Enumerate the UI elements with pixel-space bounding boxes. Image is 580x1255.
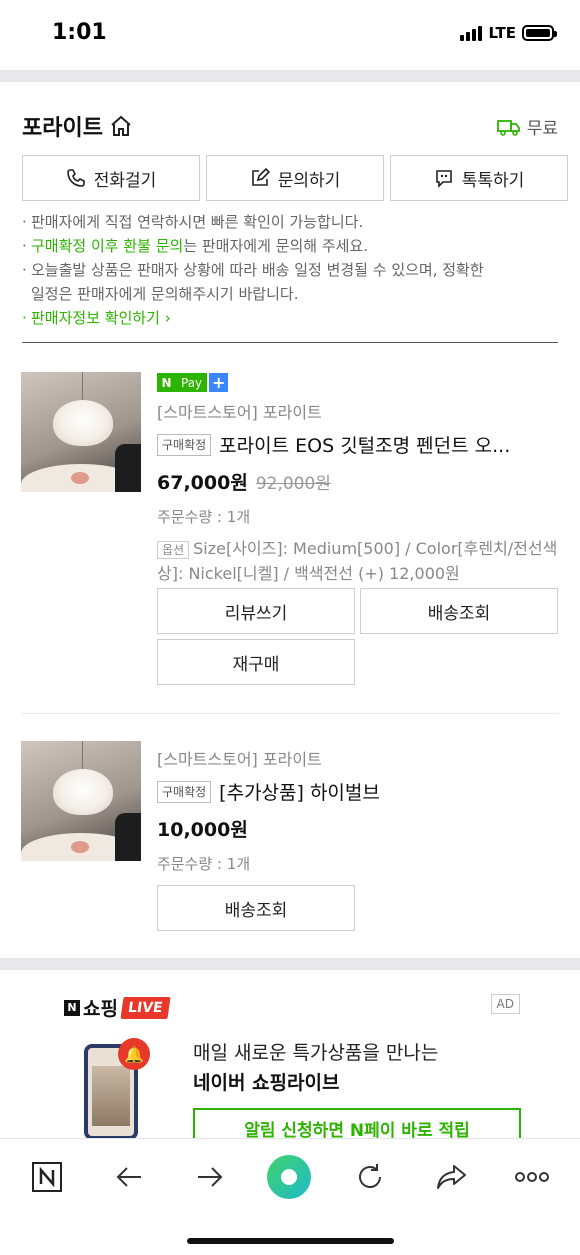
npay-badge: N Pay + <box>157 373 559 392</box>
shipping-info: 무료 <box>496 114 558 139</box>
ad-banner[interactable]: N 쇼핑 LIVE AD 🔔 매일 새로운 특가상품을 만나는 네이버 쇼핑라이… <box>0 972 580 1148</box>
naver-n-icon: N <box>64 999 80 1016</box>
talktalk-button[interactable]: 톡톡하기 <box>390 155 568 201</box>
chat-icon <box>435 170 452 188</box>
seller-info-link[interactable]: · 판매자정보 확인하기 › <box>22 306 558 330</box>
order-item: [스마트스토어] 포라이트 구매확정 [추가상품] 하이벌브 10,000원 주… <box>157 746 559 874</box>
back-arrow-icon[interactable] <box>109 1157 149 1197</box>
sale-price: 67,000원 <box>157 472 248 494</box>
contact-buttons: 전화걸기 문의하기 톡톡하기 <box>22 155 568 201</box>
section-divider <box>22 342 558 343</box>
browser-toolbar <box>0 1138 580 1255</box>
network-label: LTE <box>488 24 516 42</box>
store-name-label: 포라이트 <box>22 116 103 141</box>
forward-arrow-icon[interactable] <box>190 1157 230 1197</box>
price-row: 10,000원 <box>157 815 559 842</box>
product-thumbnail[interactable] <box>21 372 141 492</box>
shipping-fee: 무료 <box>526 119 558 139</box>
truck-icon <box>496 119 520 136</box>
original-price: 92,000원 <box>255 474 331 494</box>
green-dot-icon[interactable] <box>265 1153 313 1201</box>
store-home-icon <box>111 115 131 136</box>
status-time: 1:01 <box>52 20 107 45</box>
seller-info-label: 판매자정보 확인하기 <box>31 309 160 327</box>
talktalk-label: 톡톡하기 <box>461 170 525 191</box>
order-option: 옵션 Size[사이즈]: Medium[500] / Color[후렌치/전선색… <box>157 537 559 586</box>
product-thumbnail[interactable] <box>21 741 141 861</box>
notice-item: · 구매확정 이후 환불 문의는 판매자에게 문의해 주세요. <box>22 237 368 255</box>
notice-text: 일정은 판매자에게 문의해주시기 바랍니다. <box>31 285 299 303</box>
reorder-button[interactable]: 재구매 <box>157 639 355 685</box>
order-quantity: 주문수량 : 1개 <box>157 508 251 526</box>
delivery-tracking-button[interactable]: 배송조회 <box>157 885 355 931</box>
option-text: Size[사이즈]: Medium[500] / Color[후렌치/전선색상]… <box>157 539 558 583</box>
order-item: N Pay + [스마트스토어] 포라이트 구매확정 포라이트 EOS 깃털조명… <box>157 373 559 586</box>
product-title: 포라이트 EOS 깃털조명 펜던트 오... <box>219 435 511 457</box>
product-title: [추가상품] 하이벌브 <box>219 782 380 804</box>
notice-item-cont: 일정은 판매자에게 문의해주시기 바랍니다. <box>22 282 558 306</box>
call-label: 전화걸기 <box>93 170 157 191</box>
ad-subheadline: 네이버 쇼핑라이브 <box>193 1072 340 1094</box>
battery-icon <box>522 25 557 41</box>
write-review-button[interactable]: 리뷰쓰기 <box>157 588 355 634</box>
refund-inquiry-highlight: 구매확정 이후 환불 문의 <box>31 237 184 255</box>
option-badge: 옵션 <box>157 541 190 559</box>
item-divider <box>22 713 558 714</box>
logo-live-badge: LIVE <box>120 996 171 1019</box>
seller-name: [스마트스토어] 포라이트 <box>157 750 322 769</box>
shopping-live-logo: N 쇼핑 LIVE <box>64 994 171 1021</box>
price-row: 67,000원 92,000원 <box>157 468 559 495</box>
store-name[interactable]: 포라이트 <box>22 110 133 142</box>
plus-icon: + <box>209 373 229 392</box>
product-title-row[interactable]: 구매확정 [추가상품] 하이벌브 <box>157 778 559 805</box>
share-icon[interactable] <box>432 1157 472 1197</box>
naver-n-icon: N <box>157 373 176 392</box>
notice-item: · 판매자에게 직접 연락하시면 빠른 확인이 가능합니다. <box>22 210 558 234</box>
logo-shopping-text: 쇼핑 <box>83 998 118 1020</box>
notice-text: 오늘출발 상품은 판매자 상황에 따라 배송 일정 변경될 수 있으며, 정확한 <box>31 261 484 279</box>
more-icon[interactable] <box>512 1157 552 1197</box>
edit-icon <box>251 168 270 186</box>
store-header: 포라이트 무료 <box>22 108 558 144</box>
inquiry-button[interactable]: 문의하기 <box>206 155 384 201</box>
delivery-tracking-button[interactable]: 배송조회 <box>360 588 558 634</box>
status-bar: 1:01 LTE <box>0 0 580 70</box>
naver-home-icon[interactable] <box>27 1157 67 1197</box>
signal-icon <box>460 25 483 41</box>
reload-icon[interactable] <box>350 1157 390 1197</box>
notice-list: · 판매자에게 직접 연락하시면 빠른 확인이 가능합니다. · 구매확정 이후 환… <box>22 210 558 330</box>
product-title-row[interactable]: 구매확정 포라이트 EOS 깃털조명 펜던트 오... <box>157 431 559 458</box>
status-badge: 구매확정 <box>157 780 212 803</box>
npay-label: Pay <box>176 373 208 392</box>
call-button[interactable]: 전화걸기 <box>22 155 200 201</box>
section-separator <box>0 958 580 970</box>
sale-price: 10,000원 <box>157 819 248 841</box>
status-right: LTE <box>460 24 557 42</box>
phone-icon <box>66 169 85 187</box>
section-separator <box>0 70 580 82</box>
notice-text: 는 판매자에게 문의해 주세요. <box>183 237 368 255</box>
notice-item: · 오늘출발 상품은 판매자 상황에 따라 배송 일정 변경될 수 있으며, 정확… <box>22 258 558 282</box>
notice-text: 판매자에게 직접 연락하시면 빠른 확인이 가능합니다. <box>31 213 364 231</box>
ad-tag: AD <box>490 994 520 1014</box>
chevron-right-icon: › <box>159 309 171 327</box>
order-quantity: 주문수량 : 1개 <box>157 855 251 873</box>
home-indicator <box>187 1238 394 1244</box>
inquiry-label: 문의하기 <box>277 170 341 191</box>
seller-name: [스마트스토어] 포라이트 <box>157 403 322 422</box>
status-badge: 구매확정 <box>157 433 212 456</box>
bell-plus-icon: 🔔 <box>118 1038 150 1070</box>
ad-headline: 매일 새로운 특가상품을 만나는 <box>193 1042 439 1064</box>
